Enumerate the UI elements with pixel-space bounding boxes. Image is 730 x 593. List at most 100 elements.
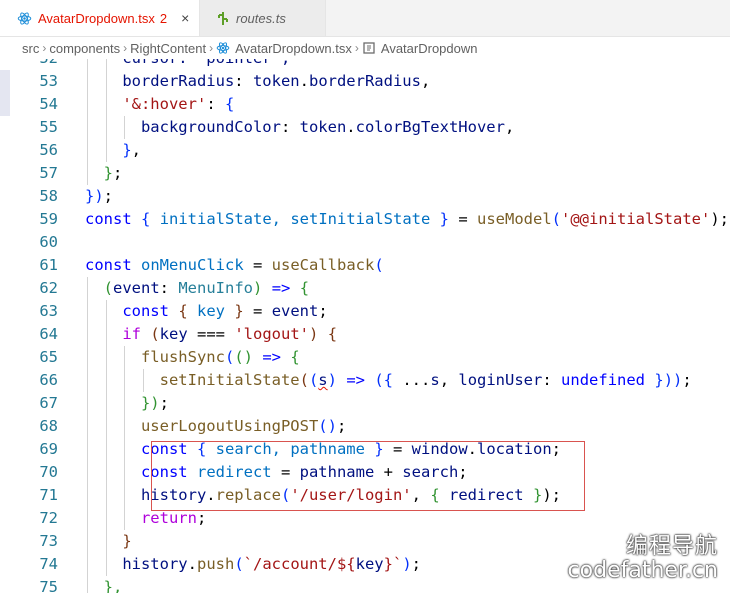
breadcrumb-item[interactable]: RightContent (130, 41, 206, 56)
code-token: () (318, 417, 337, 435)
code-token: ); (710, 210, 729, 228)
indent-guide (105, 323, 107, 346)
react-icon (17, 11, 32, 26)
code-token: ( (299, 371, 309, 389)
indent-guide (105, 553, 107, 576)
code-text: userLogoutUsingPOST(); (141, 415, 346, 438)
line-number: 61 (39, 256, 58, 274)
line-number: 54 (39, 95, 58, 113)
code-token: ({ (374, 371, 394, 389)
code-line: 56}, (0, 139, 730, 162)
code-token: : (542, 371, 562, 389)
code-text: const { initialState, setInitialState } … (85, 208, 729, 231)
code-token: () (234, 348, 253, 366)
close-icon[interactable]: × (181, 10, 189, 26)
code-token: return (140, 509, 197, 527)
indent-guide (87, 70, 88, 93)
code-token: cursor: 'pointer', (122, 59, 290, 67)
indent-guide (87, 323, 88, 346)
code-token: token (299, 118, 347, 136)
chevron-right-icon: › (42, 41, 47, 55)
code-token: })) (654, 371, 683, 389)
code-token: event (271, 302, 319, 320)
indent-guide (105, 484, 107, 507)
code-token: { (141, 210, 151, 228)
code-text: if (key === 'logout') { (122, 323, 337, 346)
watermark-url: codefather.cn (567, 558, 718, 583)
code-text: }, (104, 576, 123, 593)
code-text: }); (85, 185, 113, 208)
chevron-right-icon: › (123, 41, 128, 55)
line-number: 70 (39, 463, 58, 481)
tab-label: routes.ts (236, 10, 286, 26)
code-token: initialState, setInitialState (150, 210, 440, 228)
breadcrumb-item[interactable]: components (49, 41, 120, 56)
code-token: }) (85, 187, 104, 205)
code-token: '&:hover' (122, 95, 207, 113)
code-token: = (243, 256, 272, 274)
code-token: { (178, 302, 188, 320)
code-token: : (280, 118, 300, 136)
indent-guide (105, 392, 107, 415)
indent-guide (87, 530, 88, 553)
code-token: { (290, 348, 300, 366)
code-line: 63 const { key } = event; (0, 300, 730, 323)
indent-guide (105, 530, 107, 553)
indent-guide (87, 507, 88, 530)
code-token: flushSync (140, 348, 225, 366)
indent-guide (87, 484, 88, 507)
code-token: backgroundColor (140, 118, 281, 136)
code-token: ( (103, 279, 113, 297)
indent-guide (87, 93, 88, 116)
code-token: ( (551, 210, 561, 228)
tab-routes[interactable]: routes.ts (200, 0, 326, 36)
code-token: userLogoutUsingPOST (140, 417, 319, 435)
code-editor[interactable]: 52 cursor: 'pointer', 53 borderRadius: toke… (0, 59, 730, 593)
code-token: : (234, 72, 253, 90)
code-token: ; (336, 417, 347, 435)
code-token: }, (103, 578, 123, 593)
line-number: 65 (39, 348, 58, 366)
code-token: key (159, 325, 188, 343)
indent-guide (124, 369, 126, 392)
indent-guide (105, 139, 107, 162)
indent-guide (105, 415, 107, 438)
code-token: = (449, 210, 477, 228)
line-number: 69 (39, 440, 58, 458)
code-token: ; (318, 302, 328, 320)
code-token: , (439, 371, 459, 389)
code-token: MenuInfo (178, 279, 253, 297)
breadcrumb-item[interactable]: AvatarDropdown.tsx (235, 41, 352, 56)
code-token: undefined (561, 371, 646, 389)
indent-guide (105, 369, 107, 392)
code-token: const (122, 302, 169, 320)
code-token: useCallback (271, 256, 375, 274)
code-token: ( (224, 348, 235, 366)
indent-guide (87, 139, 88, 162)
code-token: } (103, 164, 113, 182)
code-token: s (430, 371, 440, 389)
code-token: => (271, 279, 291, 297)
breadcrumb: src › components › RightContent › Avatar… (0, 37, 730, 59)
code-text: setInitialState((s) => ({ ...s, loginUse… (160, 369, 692, 392)
code-text: } (122, 530, 131, 553)
tab-avatardropdown[interactable]: AvatarDropdown.tsx 2 × (0, 0, 200, 36)
code-token: ) (253, 279, 263, 297)
breadcrumb-item[interactable]: AvatarDropdown (381, 41, 478, 56)
typescript-config-icon (217, 11, 230, 26)
code-token: : (206, 95, 225, 113)
code-line: 55 backgroundColor: token.colorBgTextHove… (0, 116, 730, 139)
code-text: }, (122, 139, 141, 162)
chevron-right-icon: › (209, 41, 214, 55)
code-token: token (252, 72, 300, 90)
code-token: borderRadius (122, 72, 235, 90)
code-token: }) (140, 394, 160, 412)
code-token: { (224, 95, 235, 113)
code-token: borderRadius (308, 72, 421, 90)
code-token: ) (327, 371, 337, 389)
breadcrumb-item[interactable]: src (22, 41, 39, 56)
